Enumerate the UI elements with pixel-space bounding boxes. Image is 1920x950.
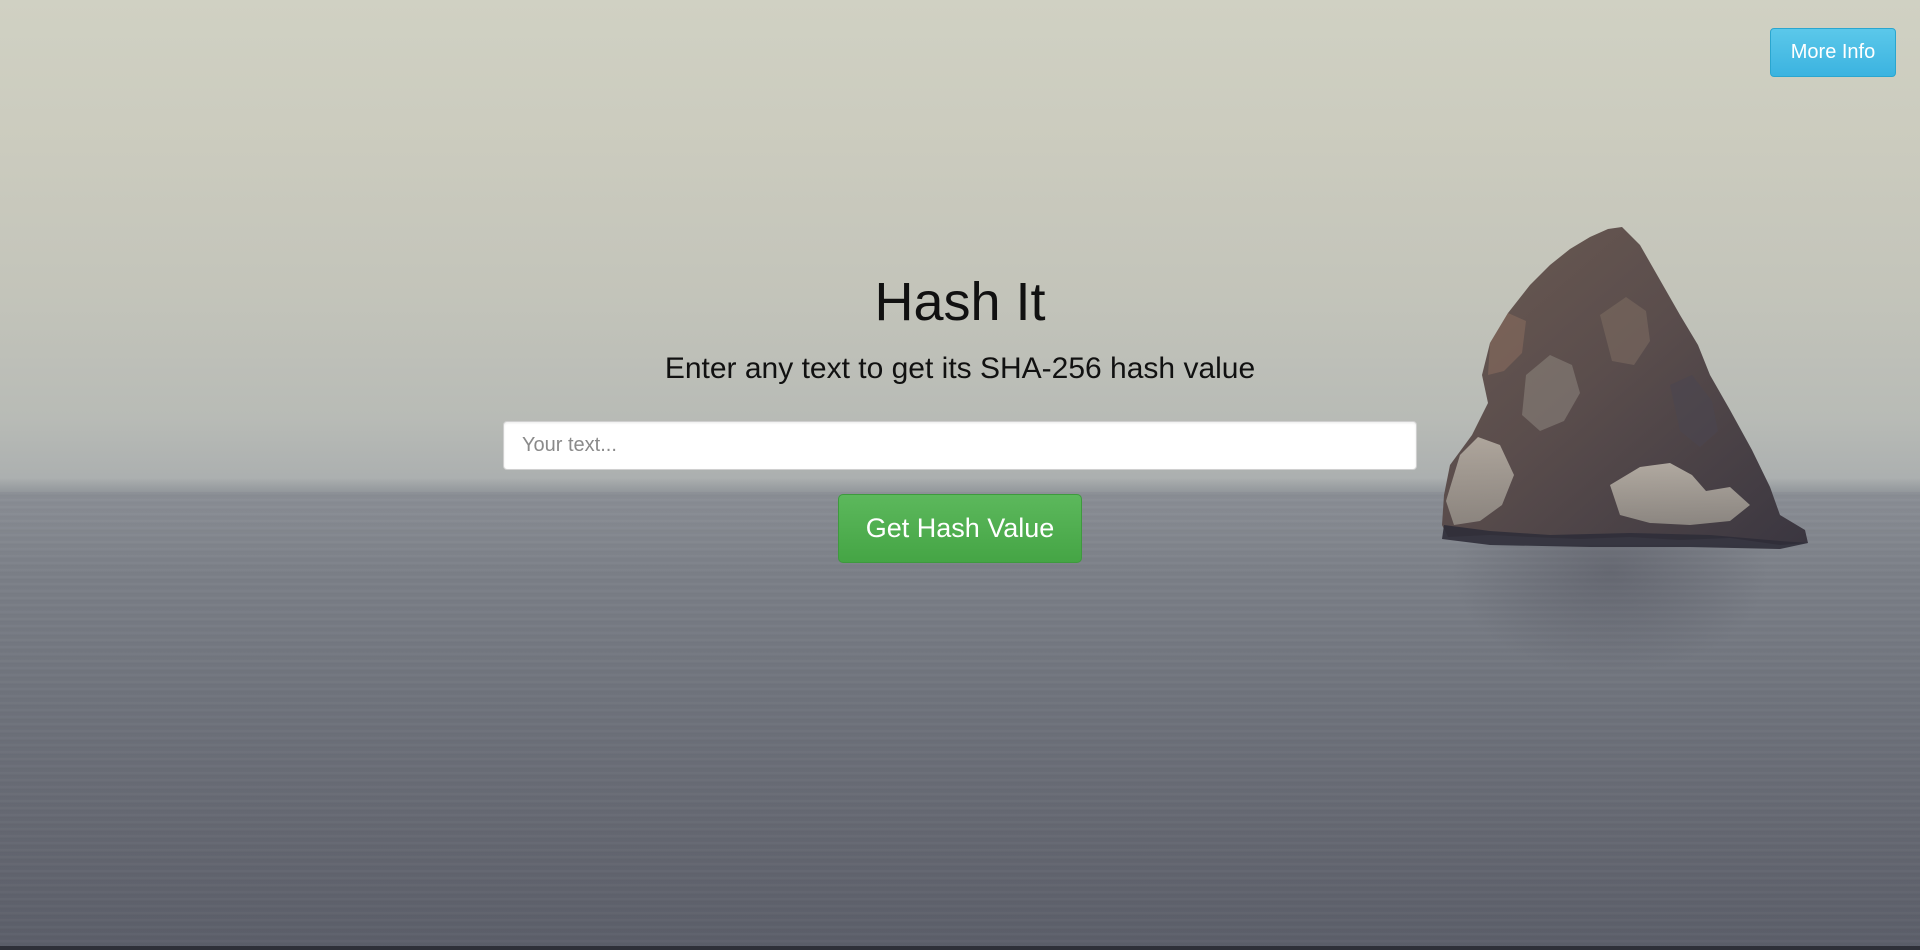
page-title: Hash It [874, 272, 1046, 332]
background-image [0, 0, 1920, 950]
bottom-edge [0, 946, 1920, 950]
get-hash-value-button[interactable]: Get Hash Value [838, 494, 1082, 563]
page-subtitle: Enter any text to get its SHA-256 hash v… [664, 352, 1256, 385]
more-info-button[interactable]: More Info [1770, 28, 1896, 77]
rock-reflection [1450, 545, 1770, 675]
text-input[interactable] [503, 421, 1417, 470]
